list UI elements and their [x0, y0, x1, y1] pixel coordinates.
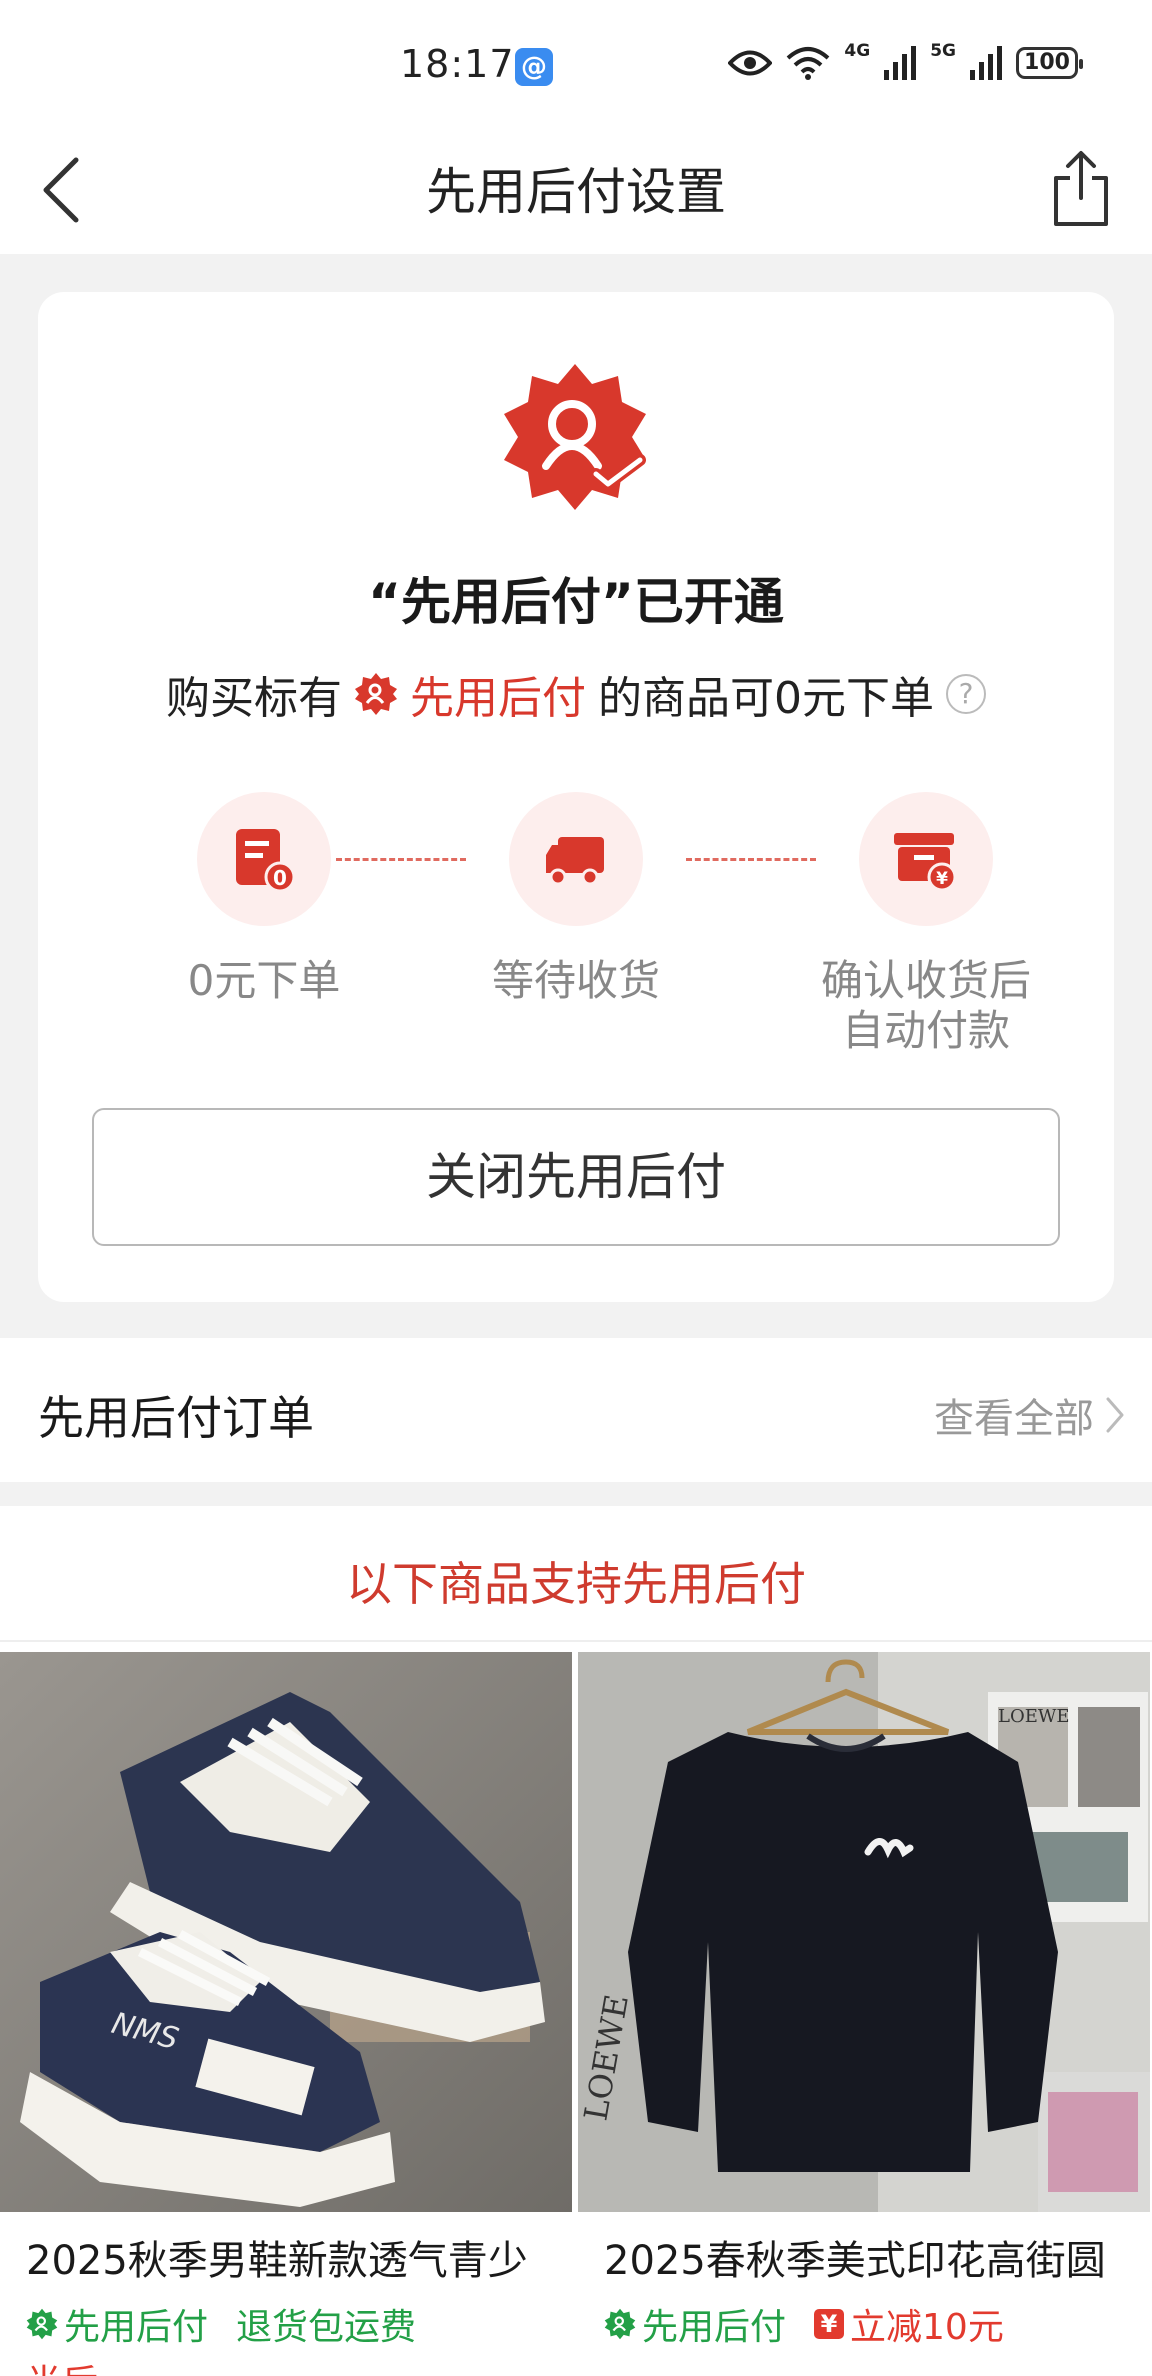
pay-later-badge-icon — [504, 364, 646, 510]
desc-suffix: 的商品可0元下单 — [598, 673, 934, 724]
wifi-icon — [787, 47, 830, 80]
view-all-link[interactable]: 查看全部 — [934, 1386, 1126, 1444]
product-tags: 先用后付 ¥ 立减10元 — [578, 2298, 1150, 2350]
product-card-sneakers[interactable]: NMS 2025秋季男鞋新款透气青少 先用后付 退货包运费 半后 — [0, 1652, 572, 2376]
order-zero-icon: 0 — [236, 829, 296, 893]
step-order-circle: 0 — [197, 792, 331, 926]
network-4g-label: 4G — [844, 41, 871, 61]
page: 18:17 @ 4G 5G 100 先用后付设置 “先用后付”已开通 购买标有 … — [0, 0, 1152, 2376]
step-wait-label: 等待收货 — [491, 956, 660, 1005]
pay-later-tag-icon — [604, 2308, 636, 2340]
status-time: 18:17 — [400, 42, 515, 86]
nav-bar: 先用后付设置 — [0, 130, 1152, 254]
desc-highlight: 先用后付 — [410, 673, 586, 724]
sneakers-photo: NMS — [0, 1652, 572, 2212]
auto-pay-box-icon: ¥ — [894, 833, 957, 892]
signal-icon-2 — [970, 46, 1002, 80]
page-title: 先用后付设置 — [426, 163, 726, 221]
pay-later-tag-label: 先用后付 — [64, 2307, 209, 2348]
desc-prefix: 购买标有 — [166, 673, 342, 724]
pay-later-description: 购买标有 先用后付 的商品可0元下单 ? — [38, 662, 1114, 726]
step-wait: 等待收货 — [446, 792, 706, 1006]
product-image-sneakers[interactable]: NMS — [0, 1652, 572, 2212]
step-autopay-label-line1: 确认收货后 — [820, 956, 1031, 1005]
svg-text:¥: ¥ — [936, 869, 948, 889]
app-notification-icon: @ — [515, 48, 553, 86]
sweatshirt-photo: LOEWE LOEWE — [578, 1652, 1150, 2212]
close-pay-later-button[interactable]: 关闭先用后付 — [92, 1108, 1060, 1246]
help-icon[interactable]: ? — [946, 674, 986, 714]
pay-later-steps: 0 0元下单 等待收货 ¥ 确认收货后 自动付款 — [38, 792, 1114, 1055]
system-icons: 4G 5G 100 — [728, 41, 1083, 80]
discount-label: 立减10元 — [850, 2307, 1004, 2348]
eye-icon — [728, 50, 773, 76]
product-card-sweatshirt[interactable]: LOEWE LOEWE 2025春秋季美式印花高街圆 先用后付 ¥ 立减10元 — [578, 1652, 1150, 2350]
step-autopay-label-line2: 自动付款 — [841, 1006, 1010, 1055]
chevron-right-icon — [1106, 1397, 1124, 1433]
step-order-label: 0元下单 — [187, 956, 341, 1005]
network-5g-label: 5G — [930, 41, 956, 61]
product-name: 2025秋季男鞋新款透气青少 — [26, 2238, 528, 2284]
orders-title: 先用后付订单 — [38, 1391, 314, 1445]
pay-later-products-section: 以下商品支持先用后付 NMS 2025秋季男鞋新款透气青少 先用后付 退货包运费… — [0, 1506, 1152, 2376]
step-autopay: ¥ 确认收货后 自动付款 — [796, 792, 1056, 1056]
delivery-truck-icon — [546, 837, 604, 886]
share-icon[interactable] — [1046, 148, 1116, 230]
step-autopay-label: 确认收货后 自动付款 — [796, 956, 1056, 1056]
pay-later-orders-row[interactable]: 先用后付订单 查看全部 — [0, 1338, 1152, 1482]
coupon-icon: ¥ — [814, 2309, 845, 2339]
pay-later-tag: 先用后付 — [604, 2298, 786, 2350]
status-bar: 18:17 @ 4G 5G 100 — [0, 0, 1152, 130]
product-image-sweatshirt[interactable]: LOEWE LOEWE — [578, 1652, 1150, 2212]
pay-later-mini-icon — [355, 673, 397, 715]
view-all-label: 查看全部 — [934, 1396, 1094, 1442]
pay-later-tag-label: 先用后付 — [642, 2307, 787, 2348]
svg-text:LOEWE: LOEWE — [998, 1706, 1070, 1727]
step-autopay-circle: ¥ — [859, 792, 993, 926]
promo-divider — [0, 1640, 1152, 1642]
discount-tag: ¥ 立减10元 — [814, 2298, 1004, 2350]
return-shipping-tag: 退货包运费 — [236, 2307, 417, 2348]
product-tags: 先用后付 退货包运费 — [0, 2298, 572, 2350]
activated-title: “先用后付”已开通 — [368, 573, 784, 631]
battery-icon: 100 — [1016, 47, 1083, 79]
signal-icon-1 — [884, 46, 917, 80]
pay-later-tag-icon — [26, 2308, 58, 2340]
product-overflow-text: 半后 — [0, 2354, 572, 2376]
promo-title: 以下商品支持先用后付 — [346, 1557, 806, 1611]
step-wait-circle — [509, 792, 643, 926]
pay-later-tag: 先用后付 — [26, 2298, 208, 2350]
step-order: 0 0元下单 — [134, 792, 394, 1006]
product-name: 2025春秋季美式印花高街圆 — [604, 2238, 1106, 2284]
pay-later-status-card: “先用后付”已开通 购买标有 先用后付 的商品可0元下单 ? 0 0元下单 等待… — [38, 292, 1114, 1302]
svg-text:0: 0 — [273, 866, 287, 890]
